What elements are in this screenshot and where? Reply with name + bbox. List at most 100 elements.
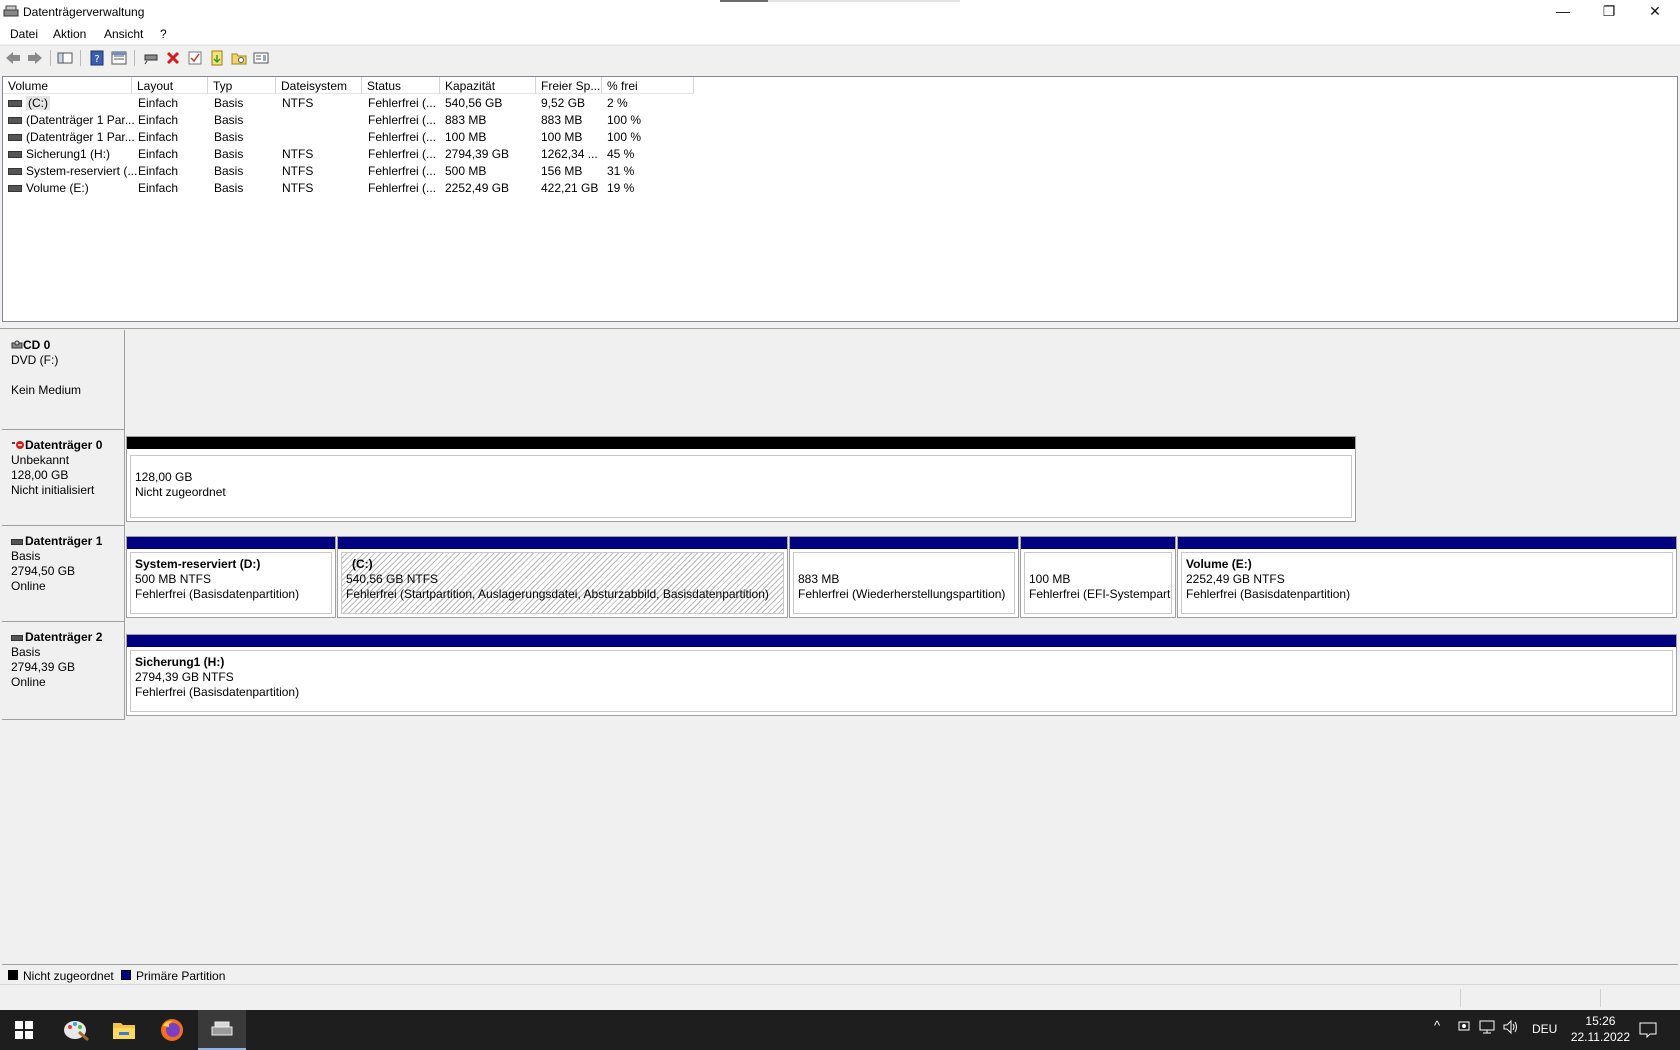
partition-size: 100 MB <box>1029 572 1071 586</box>
table-cell: Fehlerfrei (... <box>368 147 437 161</box>
properties-icon[interactable] <box>110 50 128 66</box>
partition-title: System-reserviert (D:) <box>135 557 261 571</box>
partition-c[interactable]: (C:) 540,56 GB NTFS Fehlerfrei (Startpar… <box>337 536 788 618</box>
disk-info-disk0[interactable]: Datenträger 0 Unbekannt 128,00 GB Nicht … <box>2 430 125 526</box>
legend-label: Primäre Partition <box>136 969 226 983</box>
disk-management-taskbar-icon[interactable] <box>198 1010 246 1050</box>
partition-status: Fehlerfrei (Basisdatenpartition) <box>1186 587 1351 601</box>
column-header-prozent-frei[interactable]: % frei <box>602 77 694 94</box>
delete-icon[interactable] <box>164 50 182 66</box>
windows-start-icon[interactable] <box>0 1010 48 1050</box>
table-cell: 540,56 GB <box>445 96 503 110</box>
menu-aktion[interactable]: Aktion <box>53 27 86 41</box>
partition-status: Nicht zugeordnet <box>135 485 226 499</box>
column-header-typ[interactable]: Typ <box>208 77 276 94</box>
notifications-icon[interactable] <box>1626 1010 1670 1050</box>
column-header-dateisystem[interactable]: Dateisystem <box>276 77 362 94</box>
toolbar-separator <box>80 50 81 66</box>
table-cell: (Datenträger 1 Par... <box>26 113 135 127</box>
table-cell: Einfach <box>138 181 179 195</box>
check-icon[interactable] <box>186 50 204 66</box>
partition-sicherung1[interactable]: Sicherung1 (H:) 2794,39 GB NTFS Fehlerfr… <box>126 634 1677 716</box>
disk-info-cd0[interactable]: CD 0 DVD (F:) Kein Medium <box>2 330 125 430</box>
network-icon[interactable] <box>1479 1020 1495 1037</box>
table-cell: 9,52 GB <box>541 96 586 110</box>
table-cell: NTFS <box>282 96 314 110</box>
menu-datei[interactable]: Datei <box>10 27 38 41</box>
restore-button[interactable]: ❐ <box>1586 0 1632 22</box>
table-cell: 100 MB <box>445 130 487 144</box>
menu-help[interactable]: ? <box>160 27 167 41</box>
table-row[interactable]: (Datenträger 1 Par... Einfach Basis Fehl… <box>3 112 703 129</box>
table-cell: 100 % <box>607 113 642 127</box>
disk-info-disk2[interactable]: Datenträger 2 Basis 2794,39 GB Online <box>2 622 125 720</box>
column-header-volume[interactable]: Volume <box>3 77 132 94</box>
table-cell: 422,21 GB <box>541 181 599 195</box>
disk-detail: Unbekannt <box>11 453 70 467</box>
table-row[interactable]: System-reserviert (... Einfach Basis NTF… <box>3 163 703 180</box>
table-row[interactable]: Volume (E:) Einfach Basis NTFS Fehlerfre… <box>3 180 703 197</box>
cd-drive-icon <box>11 339 23 349</box>
partition-volume-e[interactable]: Volume (E:) 2252,49 GB NTFS Fehlerfrei (… <box>1177 536 1677 618</box>
disk-detail: 128,00 GB <box>11 468 69 482</box>
settings-icon[interactable] <box>252 50 270 66</box>
partition-status: Fehlerfrei (Startpartition, Auslagerungs… <box>346 587 769 601</box>
toolbar: ? <box>0 45 1680 70</box>
table-cell: Volume (E:) <box>26 181 89 195</box>
firefox-icon[interactable] <box>148 1010 196 1050</box>
uninitialized-disk-icon <box>11 439 25 449</box>
drive-icon <box>8 134 22 142</box>
table-row[interactable]: Sicherung1 (H:) Einfach Basis NTFS Fehle… <box>3 146 703 163</box>
partition-system-reserved[interactable]: System-reserviert (D:) 500 MB NTFS Fehle… <box>126 536 336 618</box>
table-cell: 500 MB <box>445 164 487 178</box>
table-cell: Fehlerfrei (... <box>368 181 437 195</box>
show-hide-console-tree-icon[interactable] <box>56 50 74 66</box>
table-cell: 883 MB <box>541 113 583 127</box>
meet-now-icon[interactable] <box>1458 1020 1470 1037</box>
table-cell: Fehlerfrei (... <box>368 130 437 144</box>
drive-icon <box>8 168 22 176</box>
disk-info-disk1[interactable]: Datenträger 1 Basis 2794,50 GB Online <box>2 526 125 622</box>
paint-icon[interactable] <box>52 1010 100 1050</box>
column-header-kapazitaet[interactable]: Kapazität <box>440 77 536 94</box>
partition-size: 540,56 GB NTFS <box>346 572 439 586</box>
pane-splitter[interactable] <box>0 322 1680 329</box>
new-volume-icon[interactable] <box>208 50 226 66</box>
volume-list[interactable]: Volume Layout Typ Dateisystem Status Kap… <box>2 76 1678 322</box>
table-cell: 100 MB <box>541 130 583 144</box>
menu-ansicht[interactable]: Ansicht <box>104 27 143 41</box>
toolbar-separator <box>50 50 51 66</box>
show-hidden-icons-icon[interactable]: ^ <box>1434 1018 1440 1033</box>
table-row[interactable]: (C:) Einfach Basis NTFS Fehlerfrei (... … <box>3 95 703 112</box>
column-header-layout[interactable]: Layout <box>132 77 208 94</box>
input-language-indicator[interactable]: DEU <box>1532 1022 1557 1036</box>
disk-management-app-icon <box>3 5 19 17</box>
drive-icon <box>8 117 22 125</box>
file-explorer-icon[interactable] <box>100 1010 148 1050</box>
table-row[interactable]: (Datenträger 1 Par... Einfach Basis Fehl… <box>3 129 703 146</box>
partition-size: 2252,49 GB NTFS <box>1186 572 1285 586</box>
table-cell: 45 % <box>607 147 635 161</box>
partition-recovery[interactable]: 883 MB Fehlerfrei (Wiederherstellungspar… <box>789 536 1019 618</box>
minimize-button[interactable]: — <box>1540 0 1586 22</box>
connect-icon[interactable] <box>142 50 160 66</box>
column-header-status[interactable]: Status <box>362 77 440 94</box>
forward-icon[interactable] <box>26 50 44 66</box>
close-button[interactable]: ✕ <box>1632 0 1678 22</box>
open-icon[interactable] <box>230 50 248 66</box>
volume-icon[interactable] <box>1503 1019 1519 1037</box>
legend-label: Nicht zugeordnet <box>23 969 114 983</box>
disk-detail <box>11 368 124 383</box>
taskbar-clock[interactable]: 15:26 22.11.2022 <box>1571 1013 1630 1045</box>
drive-icon <box>8 185 22 193</box>
column-header-freier-speicher[interactable]: Freier Sp... <box>536 77 602 94</box>
partition-unallocated-disk0[interactable]: 128,00 GB Nicht zugeordnet <box>126 436 1356 522</box>
table-cell: Fehlerfrei (... <box>368 164 437 178</box>
help-icon[interactable]: ? <box>88 50 106 66</box>
partition-efi[interactable]: 100 MB Fehlerfrei (EFI-Systempartit <box>1020 536 1176 618</box>
back-icon[interactable] <box>4 50 22 66</box>
table-cell: Basis <box>214 96 244 110</box>
partition-size: 2794,39 GB NTFS <box>135 670 234 684</box>
svg-text:?: ? <box>94 54 99 65</box>
disk-detail: Online <box>11 675 46 689</box>
